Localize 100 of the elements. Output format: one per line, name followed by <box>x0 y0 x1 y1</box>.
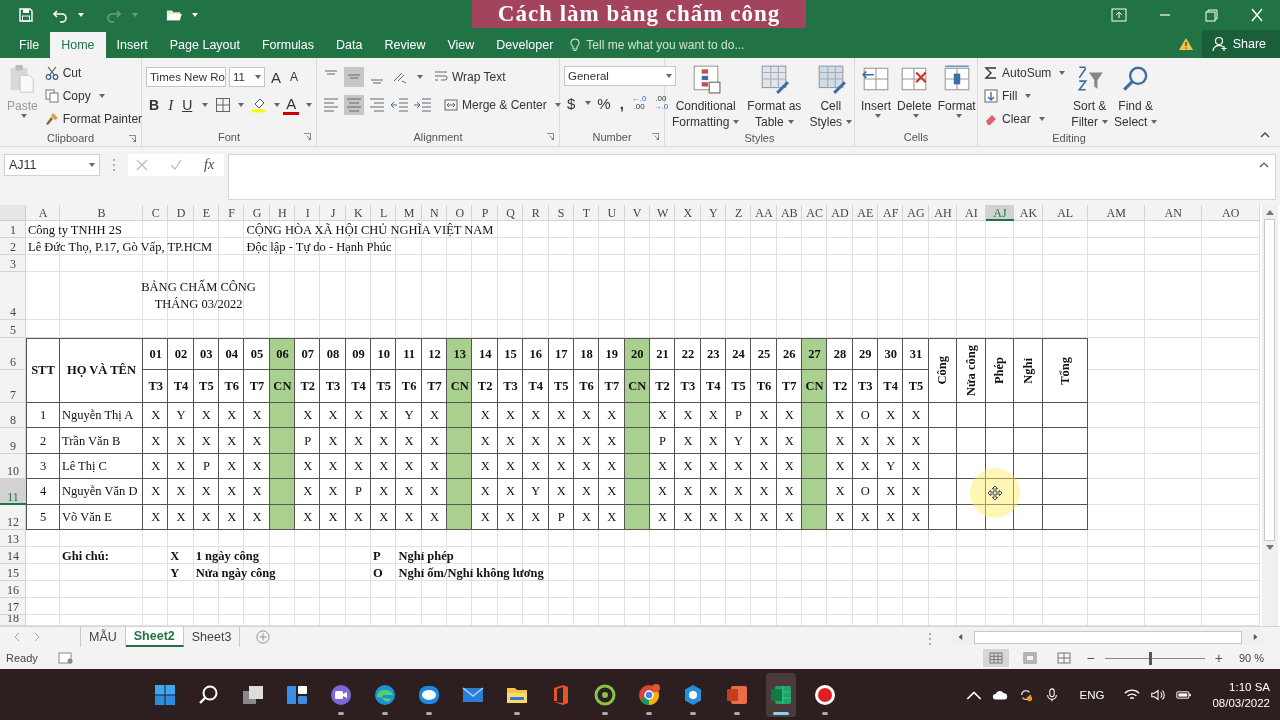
column-header[interactable]: AC <box>801 205 828 221</box>
column-header[interactable]: H <box>269 205 296 221</box>
find-select-button[interactable]: Find & Select <box>1112 62 1160 130</box>
decrease-decimal-button[interactable]: .00 →.0 <box>651 95 671 111</box>
column-header[interactable]: E <box>193 205 220 221</box>
column-header[interactable]: I <box>295 205 321 221</box>
row-header[interactable]: 3 <box>0 255 26 272</box>
grow-font-button[interactable]: A <box>268 66 284 88</box>
font-color-button[interactable]: A <box>283 95 300 115</box>
column-header[interactable]: W <box>649 205 676 221</box>
cells-button[interactable]: Insert <box>859 62 893 118</box>
row-header[interactable]: 12 <box>0 504 26 530</box>
wrap-text-button[interactable]: Wrap Text <box>432 66 508 88</box>
language-indicator[interactable]: ENG <box>1079 688 1105 701</box>
column-header[interactable]: AE <box>852 205 878 221</box>
merge-center-button[interactable]: Merge & Center <box>442 94 563 116</box>
row-header[interactable]: 6 <box>0 338 26 370</box>
fill-button[interactable]: Fill <box>982 85 1068 107</box>
clear-button[interactable]: Clear <box>982 108 1068 130</box>
autosum-button[interactable]: AutoSum <box>982 62 1068 84</box>
ribbon-tab[interactable]: Insert <box>105 32 159 58</box>
zoom-out-button[interactable]: − <box>1084 650 1097 666</box>
column-header[interactable]: X <box>675 205 701 221</box>
column-header[interactable]: O <box>447 205 473 221</box>
column-header[interactable]: AN <box>1144 205 1202 221</box>
zoom-level[interactable]: 90 % <box>1238 652 1264 664</box>
column-header[interactable]: R <box>523 205 549 221</box>
column-header[interactable]: AH <box>928 205 958 221</box>
ribbon-tab[interactable]: Data <box>325 32 374 58</box>
column-header[interactable]: N <box>421 205 448 221</box>
row-header[interactable]: 7 <box>0 370 26 403</box>
currency-button[interactable]: $ <box>564 92 579 114</box>
column-header[interactable]: AF <box>877 205 904 221</box>
sheet-tab[interactable]: Sheet2 <box>125 627 184 647</box>
sort-filter-button[interactable]: Sort & Filter <box>1069 62 1111 130</box>
clock-date[interactable]: 08/03/2022 <box>1212 694 1270 711</box>
row-header[interactable]: 5 <box>0 320 26 338</box>
column-header[interactable]: V <box>624 205 650 221</box>
row-header[interactable]: 9 <box>0 428 26 454</box>
bold-button[interactable]: B <box>146 94 163 116</box>
column-header[interactable]: AL <box>1042 205 1088 221</box>
ribbon-tab[interactable]: View <box>436 32 486 58</box>
shrink-font-button[interactable]: A <box>287 66 302 88</box>
column-header[interactable]: P <box>472 205 498 221</box>
column-header[interactable]: B <box>60 205 143 221</box>
tell-me-field[interactable]: Tell me what you want to do... <box>570 32 779 58</box>
row-header[interactable]: 4 <box>0 272 26 320</box>
column-header[interactable]: AM <box>1087 205 1145 221</box>
column-header[interactable]: AI <box>957 205 986 221</box>
column-header[interactable]: L <box>371 205 397 221</box>
row-header[interactable]: 8 <box>0 403 26 429</box>
column-header[interactable]: F <box>219 205 245 221</box>
percent-button[interactable]: % <box>594 92 614 114</box>
column-header[interactable]: AO <box>1201 205 1260 221</box>
ribbon-tab[interactable]: File <box>8 32 51 58</box>
styles-button[interactable]: Cell Styles <box>806 62 856 130</box>
row-header[interactable]: 2 <box>0 238 26 255</box>
share-button[interactable]: Share <box>1201 30 1280 58</box>
format-painter-button[interactable]: Format Painter <box>42 108 145 130</box>
column-header[interactable]: Y <box>700 205 726 221</box>
font-size-dropdown[interactable]: 11 <box>229 67 265 87</box>
column-header[interactable]: AA <box>751 205 777 221</box>
zoom-in-button[interactable]: + <box>1212 650 1225 666</box>
cells-button[interactable]: Delete <box>895 62 934 118</box>
cells-button[interactable]: Format <box>935 62 978 118</box>
column-header[interactable]: U <box>599 205 625 221</box>
column-header[interactable]: AK <box>1014 205 1043 221</box>
number-format-dropdown[interactable]: General <box>564 66 676 86</box>
italic-button[interactable]: I <box>165 94 177 116</box>
name-box[interactable]: AJ11 <box>4 154 100 176</box>
styles-button[interactable]: Format as Table <box>744 62 805 130</box>
insert-function-button[interactable]: fx <box>204 157 215 173</box>
clock-time[interactable]: 1:10 SA <box>1229 678 1270 695</box>
column-header[interactable]: AG <box>903 205 929 221</box>
column-header[interactable]: A <box>26 205 60 221</box>
copy-button[interactable]: Copy <box>42 85 145 107</box>
column-header[interactable]: AJ <box>985 205 1015 221</box>
column-header[interactable]: AD <box>827 205 853 221</box>
comma-button[interactable]: , <box>616 92 627 114</box>
column-header[interactable]: T <box>573 205 600 221</box>
font-name-dropdown[interactable]: Times New Ro <box>146 67 226 87</box>
ribbon-tab[interactable]: Developer <box>485 32 565 58</box>
cut-button[interactable]: Cut <box>42 62 145 84</box>
increase-decimal-button[interactable]: ←.0 .00 <box>629 95 649 111</box>
column-header[interactable]: G <box>244 205 270 221</box>
row-header[interactable]: 10 <box>0 453 26 480</box>
ribbon-tab[interactable]: Review <box>373 32 437 58</box>
column-header[interactable]: K <box>345 205 372 221</box>
row-header[interactable]: 11 <box>0 479 26 505</box>
column-header[interactable]: M <box>396 205 422 221</box>
row-header[interactable]: 1 <box>0 221 26 238</box>
ribbon-tab[interactable]: Formulas <box>250 32 326 58</box>
column-header[interactable]: D <box>168 205 194 221</box>
underline-button[interactable]: U <box>179 94 196 116</box>
column-header[interactable]: Z <box>725 205 752 221</box>
column-header[interactable]: C <box>143 205 169 221</box>
column-header[interactable]: S <box>548 205 574 221</box>
ribbon-tab[interactable]: Page Layout <box>158 32 251 58</box>
ribbon-tab[interactable]: Home <box>50 32 106 58</box>
column-header[interactable]: AB <box>776 205 802 221</box>
